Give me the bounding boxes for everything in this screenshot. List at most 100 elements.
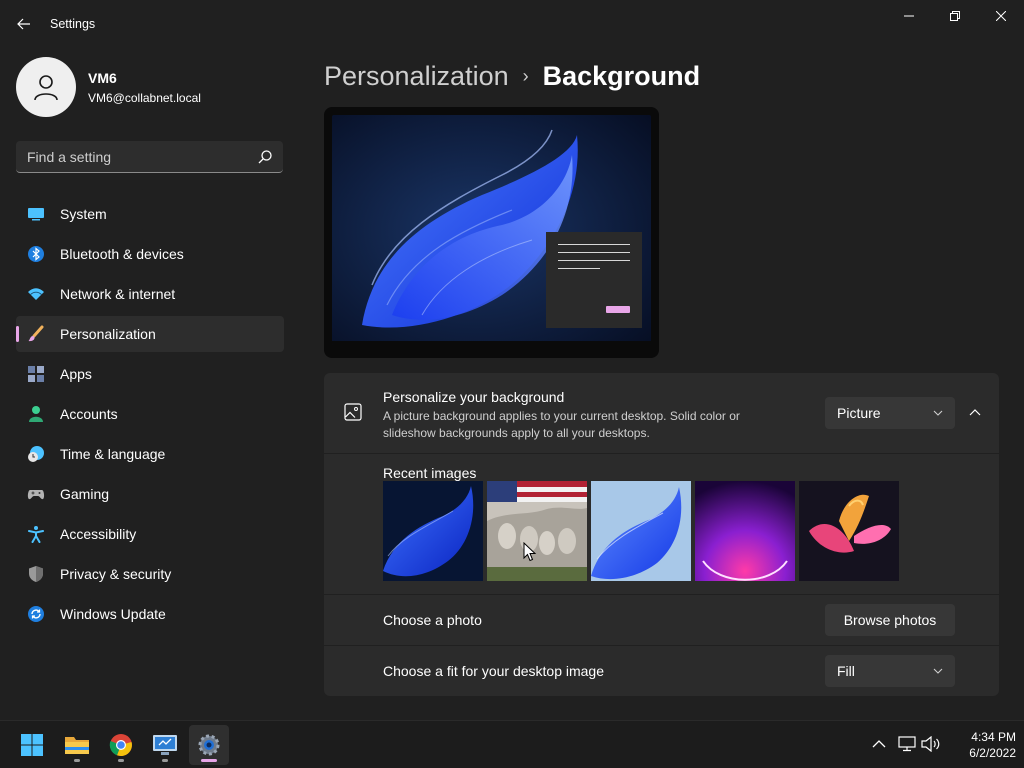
pink-flower-abstract-image (799, 481, 899, 581)
choose-photo-row: Choose a photo Browse photos (324, 595, 999, 645)
mount-rushmore-flag-image (487, 481, 587, 581)
chevron-up-icon (872, 740, 886, 748)
collapse-button[interactable] (960, 397, 990, 429)
taskbar-chrome[interactable] (101, 725, 141, 765)
windows-start-icon (21, 734, 43, 756)
remote-desktop-icon (153, 735, 177, 755)
restore-icon (950, 11, 960, 21)
breadcrumb-separator: › (522, 65, 529, 86)
shield-icon (29, 566, 43, 582)
search-icon[interactable] (257, 149, 273, 165)
desktop-preview (324, 107, 659, 358)
title-bar: Settings (0, 0, 1024, 48)
sidebar-item-time-language[interactable]: Time & language (16, 436, 284, 472)
sidebar-item-windows-update[interactable]: Windows Update (16, 596, 284, 632)
recent-image-thumbnail[interactable] (591, 481, 691, 581)
file-explorer-icon (65, 737, 89, 754)
update-icon (28, 606, 44, 622)
sidebar-nav: System Bluetooth & devices Network & int… (16, 196, 284, 636)
mouse-cursor-icon (523, 542, 537, 562)
start-button[interactable] (12, 725, 52, 765)
network-tray-button[interactable] (896, 733, 918, 755)
system-icon (28, 208, 44, 221)
sidebar-item-system[interactable]: System (16, 196, 284, 232)
recent-image-thumbnail[interactable] (383, 481, 483, 581)
search-box (16, 141, 283, 173)
gamepad-icon (27, 490, 45, 500)
accessibility-icon (28, 526, 44, 543)
recent-image-thumbnail[interactable] (799, 481, 899, 581)
taskbar-file-explorer[interactable] (57, 725, 97, 765)
sidebar-item-label: Privacy & security (60, 566, 172, 582)
sidebar-item-accounts[interactable]: Accounts (16, 396, 284, 432)
sidebar-item-label: Network & internet (60, 286, 176, 302)
breadcrumb: Personalization › Background (324, 58, 700, 94)
clock-globe-icon (28, 446, 44, 462)
close-button[interactable] (978, 0, 1024, 32)
fit-dropdown[interactable]: Fill (825, 655, 955, 687)
show-hidden-icons-button[interactable] (868, 733, 890, 755)
taskbar-settings[interactable] (189, 725, 229, 765)
active-indicator (201, 759, 217, 762)
restore-button[interactable] (932, 0, 978, 32)
person-icon (29, 406, 43, 422)
picture-icon (344, 403, 362, 421)
background-type-value: Picture (837, 405, 881, 421)
back-arrow-icon (17, 18, 30, 30)
sidebar-item-personalization[interactable]: Personalization (16, 316, 284, 352)
sidebar-item-privacy[interactable]: Privacy & security (16, 556, 284, 592)
taskbar-remote-desktop[interactable] (145, 725, 185, 765)
background-setting-title: Personalize your background (383, 389, 565, 405)
settings-gear-icon (198, 734, 220, 756)
sidebar-item-accessibility[interactable]: Accessibility (16, 516, 284, 552)
apps-icon (28, 366, 44, 382)
personalize-background-card: Personalize your background A picture ba… (324, 373, 999, 453)
sidebar-item-label: Gaming (60, 486, 110, 502)
purple-glow-arc-image (695, 481, 795, 581)
background-setting-description: A picture background applies to your cur… (383, 409, 740, 440)
user-profile[interactable]: VM6 VM6@collabnet.local (16, 57, 286, 117)
background-type-dropdown[interactable]: Picture (825, 397, 955, 429)
avatar (16, 57, 76, 117)
sidebar-item-label: Time & language (60, 446, 166, 462)
back-button[interactable] (8, 8, 40, 40)
recent-image-thumbnail[interactable] (695, 481, 795, 581)
fit-label: Choose a fit for your desktop image (383, 663, 605, 679)
minimize-icon (904, 15, 914, 17)
sidebar-item-label: Windows Update (60, 606, 166, 622)
search-input[interactable] (16, 141, 251, 172)
person-icon (34, 75, 58, 101)
wifi-icon (28, 288, 44, 300)
taskbar: 4:34 PM 6/2/2022 (0, 720, 1024, 768)
chevron-down-icon (933, 668, 943, 674)
brush-icon (28, 325, 44, 342)
sidebar-item-label: Accessibility (60, 526, 137, 542)
chevron-up-icon (969, 409, 981, 416)
sidebar-item-label: Personalization (60, 326, 156, 342)
sidebar-item-apps[interactable]: Apps (16, 356, 284, 392)
sidebar-item-network[interactable]: Network & internet (16, 276, 284, 312)
sidebar-item-label: Apps (60, 366, 92, 382)
sidebar-item-bluetooth[interactable]: Bluetooth & devices (16, 236, 284, 272)
clock-time: 4:34 PM (971, 730, 1016, 744)
sidebar-item-label: System (60, 206, 107, 222)
volume-tray-button[interactable] (920, 733, 942, 755)
sidebar-item-label: Accounts (60, 406, 118, 422)
running-indicator (74, 759, 80, 762)
close-icon (996, 11, 1006, 21)
sidebar-item-label: Bluetooth & devices (60, 246, 184, 262)
chevron-down-icon (933, 410, 943, 416)
network-icon (898, 736, 916, 752)
taskbar-clock[interactable]: 4:34 PM 6/2/2022 (946, 729, 1016, 761)
sidebar-item-gaming[interactable]: Gaming (16, 476, 284, 512)
running-indicator (118, 759, 124, 762)
app-title: Settings (50, 17, 96, 31)
user-email: VM6@collabnet.local (88, 91, 201, 105)
recent-image-thumbnail[interactable] (487, 481, 587, 581)
minimize-button[interactable] (886, 0, 932, 32)
choose-photo-label: Choose a photo (383, 612, 482, 628)
breadcrumb-parent[interactable]: Personalization (324, 61, 509, 92)
bluetooth-icon (28, 246, 44, 262)
fit-row: Choose a fit for your desktop image Fill (324, 646, 999, 696)
browse-photos-button[interactable]: Browse photos (825, 604, 955, 636)
